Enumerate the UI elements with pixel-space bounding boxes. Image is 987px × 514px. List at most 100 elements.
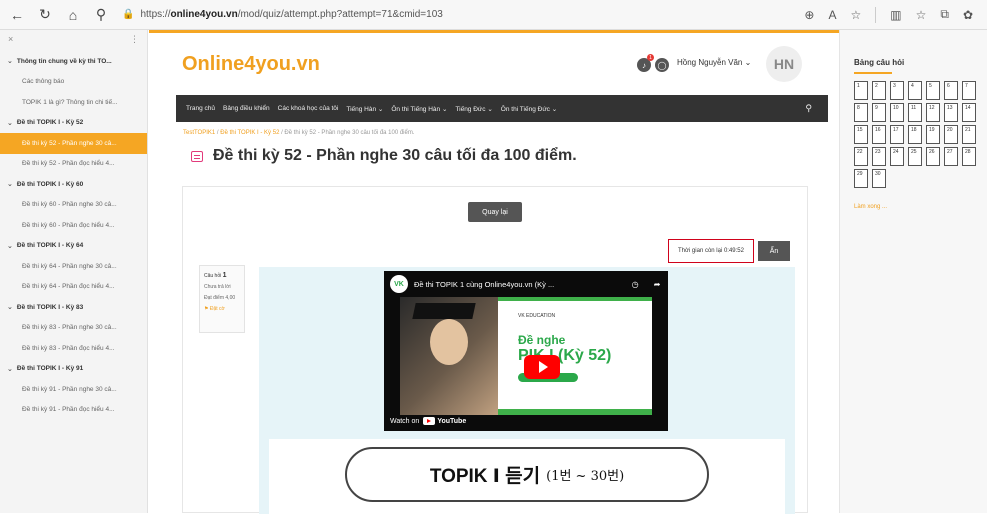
finish-attempt-link[interactable]: Làm xong ... — [854, 204, 887, 210]
avatar[interactable]: HN — [766, 46, 802, 82]
zoom-icon[interactable]: ⊕ — [804, 8, 814, 22]
site-brand[interactable]: Online4you.vn — [182, 53, 320, 76]
messages-icon[interactable]: ◯ — [655, 58, 669, 72]
nav-german-exam[interactable]: Ôn thi Tiếng Đức ⌄ — [501, 105, 557, 113]
sidebar-item[interactable]: Đề thi kỳ 60 - Phần nghe 30 câ... — [0, 195, 147, 216]
chevron-down-icon[interactable]: ⌄ — [7, 365, 13, 373]
more-menu-icon[interactable]: ⋮ — [130, 34, 139, 45]
sidebar-item[interactable]: Đề thi kỳ 83 - Phần nghe 30 câ... — [0, 318, 147, 339]
close-sidebar-icon[interactable]: × — [8, 34, 13, 45]
question-nav-button[interactable]: 22 — [854, 147, 868, 166]
nav-korean[interactable]: Tiếng Hàn ⌄ — [346, 105, 383, 113]
question-nav-button[interactable]: 12 — [926, 103, 940, 122]
sidebar-section[interactable]: ⌄ Đề thi TOPIK I - Kỳ 52 — [0, 113, 147, 134]
chevron-down-icon[interactable]: ⌄ — [7, 119, 13, 127]
quiz-navigation-title: Bảng câu hỏi — [854, 58, 905, 67]
main-content: Online4you.vn ♪ 1 ◯ Hồng Nguyễn Văn ⌄ HN … — [149, 30, 839, 514]
flag-question-link[interactable]: ⚑ Đặt cờ — [204, 304, 240, 315]
sidebar-item[interactable]: Đề thi kỳ 64 - Phần đọc hiểu 4... — [0, 277, 147, 298]
watch-later-icon[interactable]: ◷ — [632, 280, 639, 289]
nav-search-icon[interactable]: ⚲ — [805, 103, 812, 114]
question-nav-button[interactable]: 19 — [926, 125, 940, 144]
question-nav-button[interactable]: 10 — [890, 103, 904, 122]
chevron-down-icon[interactable]: ⌄ — [7, 180, 13, 188]
sidebar-item[interactable]: TOPIK 1 là gì? Thông tin chi tiế... — [0, 92, 147, 113]
question-nav-button[interactable]: 29 — [854, 169, 868, 188]
back-arrow-icon[interactable]: ← — [6, 4, 28, 26]
breadcrumb-section[interactable]: Đề thi TOPIK I - Kỳ 52 — [220, 130, 279, 136]
thumbnail-heading-1: Đề nghe — [518, 333, 566, 347]
favorite-star-icon[interactable]: ☆ — [850, 8, 861, 22]
split-screen-icon[interactable]: ▥ — [890, 8, 901, 22]
question-nav-button[interactable]: 24 — [890, 147, 904, 166]
extension-icon[interactable]: ✿ — [963, 8, 973, 22]
back-button[interactable]: Quay lại — [468, 202, 522, 222]
nav-korean-exam[interactable]: Ôn thi Tiếng Hàn ⌄ — [391, 105, 447, 113]
question-nav-button[interactable]: 15 — [854, 125, 868, 144]
youtube-video-player[interactable]: VK Đề thi TOPIK 1 cùng Online4you.vn (Kỳ… — [384, 271, 668, 431]
sidebar-item[interactable]: Các thông báo — [0, 72, 147, 93]
sidebar-section[interactable]: ⌄ Đề thi TOPIK I - Kỳ 64 — [0, 236, 147, 257]
sidebar-item[interactable]: Đề thi kỳ 52 - Phần nghe 30 câ... — [0, 133, 147, 154]
question-nav-button[interactable]: 17 — [890, 125, 904, 144]
notification-bell-icon[interactable]: ♪ 1 — [637, 54, 654, 72]
sidebar-item[interactable]: Đề thi kỳ 91 - Phần nghe 30 câ... — [0, 379, 147, 400]
home-icon[interactable]: ⌂ — [62, 4, 84, 26]
collections-icon[interactable]: ⧉ — [940, 7, 949, 22]
question-nav-button[interactable]: 3 — [890, 81, 904, 100]
play-button-icon[interactable] — [524, 355, 560, 379]
sidebar-item[interactable]: Đề thi kỳ 91 - Phần đọc hiểu 4... — [0, 400, 147, 421]
video-title[interactable]: Đề thi TOPIK 1 cùng Online4you.vn (Kỳ ..… — [414, 280, 624, 289]
hide-timer-button[interactable]: Ẩn — [758, 241, 790, 261]
question-nav-button[interactable]: 4 — [908, 81, 922, 100]
sidebar-item[interactable]: Đề thi kỳ 64 - Phần nghe 30 câ... — [0, 256, 147, 277]
question-nav-button[interactable]: 13 — [944, 103, 958, 122]
sidebar-item[interactable]: Đề thi kỳ 60 - Phần đọc hiểu 4... — [0, 215, 147, 236]
question-nav-button[interactable]: 18 — [908, 125, 922, 144]
question-nav-button[interactable]: 20 — [944, 125, 958, 144]
sidebar-item[interactable]: Đề thi kỳ 83 - Phần đọc hiểu 4... — [0, 338, 147, 359]
question-nav-button[interactable]: 9 — [872, 103, 886, 122]
question-nav-button[interactable]: 5 — [926, 81, 940, 100]
favorites-icon[interactable]: ☆ — [916, 8, 927, 22]
sidebar-section[interactable]: ⌄ Đề thi TOPIK I - Kỳ 91 — [0, 359, 147, 380]
nav-german[interactable]: Tiếng Đức ⌄ — [455, 105, 492, 113]
question-nav-button[interactable]: 16 — [872, 125, 886, 144]
sidebar-section[interactable]: ⌄ Đề thi TOPIK I - Kỳ 83 — [0, 297, 147, 318]
question-nav-button[interactable]: 21 — [962, 125, 976, 144]
sidebar-section[interactable]: ⌄ Thông tin chung về kỳ thi TO... — [0, 51, 147, 72]
question-nav-button[interactable]: 27 — [944, 147, 958, 166]
question-nav-button[interactable]: 2 — [872, 81, 886, 100]
watch-on-youtube[interactable]: Watch on YouTube — [390, 417, 466, 425]
chevron-down-icon[interactable]: ⌄ — [7, 57, 13, 65]
search-icon[interactable]: ⚲ — [90, 4, 112, 26]
question-nav-button[interactable]: 6 — [944, 81, 958, 100]
share-icon[interactable]: ➦ — [654, 280, 661, 289]
question-nav-button[interactable]: 7 — [962, 81, 976, 100]
breadcrumb-course[interactable]: TestTOPIK1 — [183, 130, 215, 136]
refresh-icon[interactable]: ↻ — [34, 4, 56, 26]
question-nav-button[interactable]: 30 — [872, 169, 886, 188]
question-nav-button[interactable]: 8 — [854, 103, 868, 122]
question-nav-button[interactable]: 14 — [962, 103, 976, 122]
question-nav-button[interactable]: 25 — [908, 147, 922, 166]
sidebar-item-label: Đề thi TOPIK I - Kỳ 52 — [16, 119, 84, 127]
nav-home[interactable]: Trang chủ — [186, 105, 215, 112]
url-prefix: https:// — [140, 9, 171, 20]
question-nav-button[interactable]: 1 — [854, 81, 868, 100]
address-bar[interactable]: 🔒 https://online4you.vn/mod/quiz/attempt… — [122, 4, 642, 26]
topik-listening-banner: TOPIK Ⅰ 듣기 (1번 ~ 30번) — [345, 447, 709, 502]
question-nav-button[interactable]: 23 — [872, 147, 886, 166]
nav-my-courses[interactable]: Các khoá học của tôi — [278, 105, 339, 112]
nav-dashboard[interactable]: Bảng điều khiển — [223, 105, 270, 112]
sidebar-item-label: Đề thi kỳ 52 - Phần đọc hiểu 4... — [22, 160, 115, 168]
question-nav-button[interactable]: 28 — [962, 147, 976, 166]
chevron-down-icon[interactable]: ⌄ — [7, 242, 13, 250]
question-nav-button[interactable]: 26 — [926, 147, 940, 166]
chevron-down-icon[interactable]: ⌄ — [7, 303, 13, 311]
sidebar-item[interactable]: Đề thi kỳ 52 - Phần đọc hiểu 4... — [0, 154, 147, 175]
sidebar-section[interactable]: ⌄ Đề thi TOPIK I - Kỳ 60 — [0, 174, 147, 195]
question-nav-button[interactable]: 11 — [908, 103, 922, 122]
read-aloud-icon[interactable]: A — [828, 8, 836, 22]
user-menu[interactable]: Hồng Nguyễn Văn ⌄ — [677, 58, 751, 67]
